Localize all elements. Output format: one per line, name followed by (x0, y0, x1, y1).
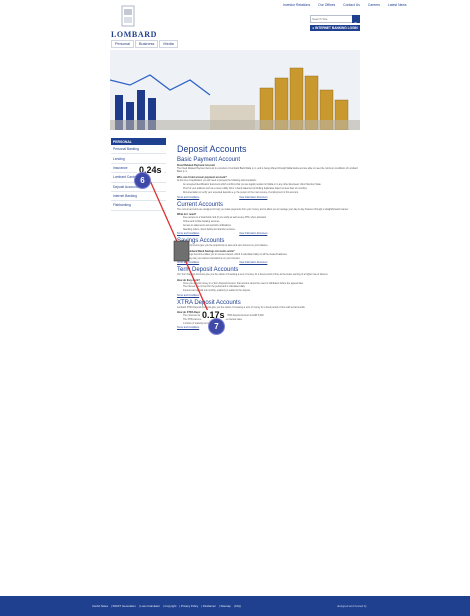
click-marker: 7 (208, 318, 225, 335)
click-marker: 6 (134, 172, 151, 189)
cursor-icon (173, 240, 190, 262)
action-overlay (147, 175, 215, 326)
